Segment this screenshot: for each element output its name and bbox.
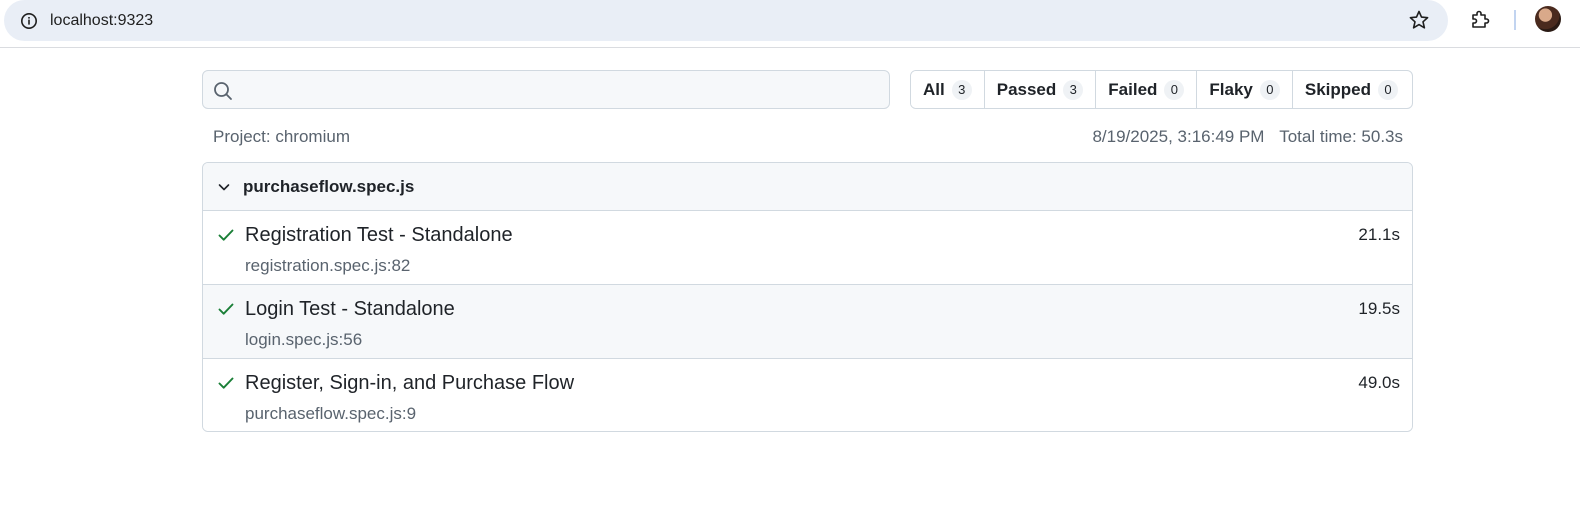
test-suite: purchaseflow.spec.js Registration Test -… [202, 162, 1413, 432]
suite-title: purchaseflow.spec.js [243, 176, 415, 196]
star-icon[interactable] [1408, 9, 1430, 31]
test-location: login.spec.js:56 [245, 330, 363, 349]
test-row[interactable]: Register, Sign-in, and Purchase Flow pur… [203, 359, 1412, 431]
filter-tab-skipped[interactable]: Skipped 0 [1293, 71, 1410, 108]
count-badge: 0 [1378, 79, 1399, 100]
test-duration: 49.0s [1358, 373, 1400, 392]
filter-tab-label: Flaky [1209, 79, 1253, 99]
test-location: purchaseflow.spec.js:9 [245, 404, 417, 423]
project-label: Project: chromium [213, 127, 350, 146]
filter-tab-failed[interactable]: Failed 0 [1096, 71, 1198, 108]
test-row[interactable]: Login Test - Standalone login.spec.js:56… [203, 285, 1412, 359]
url-text[interactable]: localhost:9323 [50, 11, 153, 31]
check-icon [217, 374, 235, 392]
filter-tab-label: Passed [996, 79, 1057, 99]
test-title[interactable]: Login Test - Standalone [245, 298, 455, 321]
filter-tab-label: Failed [1108, 79, 1158, 99]
search-field[interactable] [202, 70, 890, 109]
info-icon[interactable] [18, 10, 39, 31]
count-badge: 3 [1063, 79, 1084, 100]
search-icon [212, 80, 234, 102]
avatar[interactable] [1535, 6, 1561, 32]
test-duration: 21.1s [1358, 225, 1400, 244]
test-duration: 19.5s [1358, 299, 1400, 318]
status-filter-group: All 3 Passed 3 Failed 0 Flaky 0 Skipped … [910, 70, 1413, 109]
total-time: Total time: 50.3s [1279, 127, 1403, 146]
browser-toolbar: localhost:9323 [0, 0, 1580, 48]
report-meta: 8/19/2025, 3:16:49 PM Total time: 50.3s [1092, 127, 1403, 147]
test-title[interactable]: Register, Sign-in, and Purchase Flow [245, 372, 574, 395]
suite-header[interactable]: purchaseflow.spec.js [203, 163, 1412, 211]
search-input[interactable] [243, 77, 873, 103]
report-timestamp: 8/19/2025, 3:16:49 PM [1092, 127, 1265, 146]
test-title[interactable]: Registration Test - Standalone [245, 224, 513, 247]
filter-tab-flaky[interactable]: Flaky 0 [1197, 71, 1293, 108]
chevron-down-icon[interactable] [216, 179, 232, 195]
count-badge: 3 [951, 79, 972, 100]
address-bar[interactable]: localhost:9323 [4, 0, 1448, 41]
check-icon [217, 300, 235, 318]
count-badge: 0 [1164, 79, 1185, 100]
filter-tab-all[interactable]: All 3 [911, 71, 985, 108]
check-icon [217, 226, 235, 244]
test-row[interactable]: Registration Test - Standalone registrat… [203, 211, 1412, 285]
filter-tab-label: Skipped [1304, 79, 1372, 99]
count-badge: 0 [1259, 79, 1280, 100]
puzzle-icon[interactable] [1468, 8, 1492, 32]
test-location: registration.spec.js:82 [245, 256, 411, 275]
toolbar-divider [1514, 10, 1516, 30]
filter-tab-label: All [923, 79, 945, 99]
filter-tab-passed[interactable]: Passed 3 [985, 71, 1097, 108]
